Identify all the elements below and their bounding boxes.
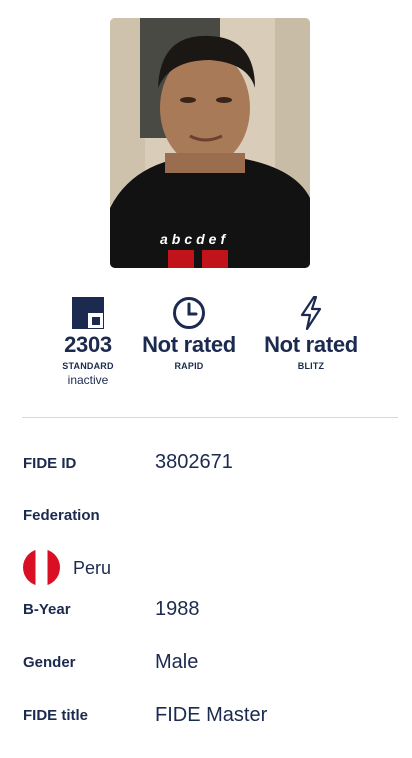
fide-id-value: 3802671 bbox=[155, 451, 233, 473]
fide-title-value: FIDE Master bbox=[155, 704, 268, 726]
rating-rapid: Not rated RAPID bbox=[124, 296, 254, 372]
federation-label: Federation bbox=[23, 507, 100, 524]
byear-label: B-Year bbox=[23, 601, 71, 618]
section-divider bbox=[22, 417, 398, 418]
player-photo: abcdef bbox=[110, 18, 310, 268]
shirt-text: abcdef bbox=[160, 231, 229, 247]
fide-title-label: FIDE title bbox=[23, 707, 89, 724]
peru-flag-icon bbox=[23, 549, 60, 586]
rating-blitz: Not rated BLITZ bbox=[246, 296, 376, 372]
gender-label: Gender bbox=[23, 654, 76, 671]
rating-standard-status: inactive bbox=[67, 373, 109, 387]
clock-icon bbox=[124, 296, 254, 330]
rating-blitz-label: BLITZ bbox=[297, 361, 325, 371]
rating-blitz-value: Not rated bbox=[264, 332, 358, 357]
rating-rapid-label: RAPID bbox=[174, 361, 204, 371]
fide-id-label: FIDE ID bbox=[23, 455, 77, 472]
federation-value: Peru bbox=[73, 558, 112, 578]
gender-value: Male bbox=[155, 651, 199, 673]
rating-rapid-value: Not rated bbox=[142, 332, 236, 357]
ratings-panel: 2303 STANDARD inactive Not rated RAPID N… bbox=[0, 296, 412, 396]
byear-value: 1988 bbox=[155, 598, 200, 620]
lightning-icon bbox=[246, 296, 376, 330]
